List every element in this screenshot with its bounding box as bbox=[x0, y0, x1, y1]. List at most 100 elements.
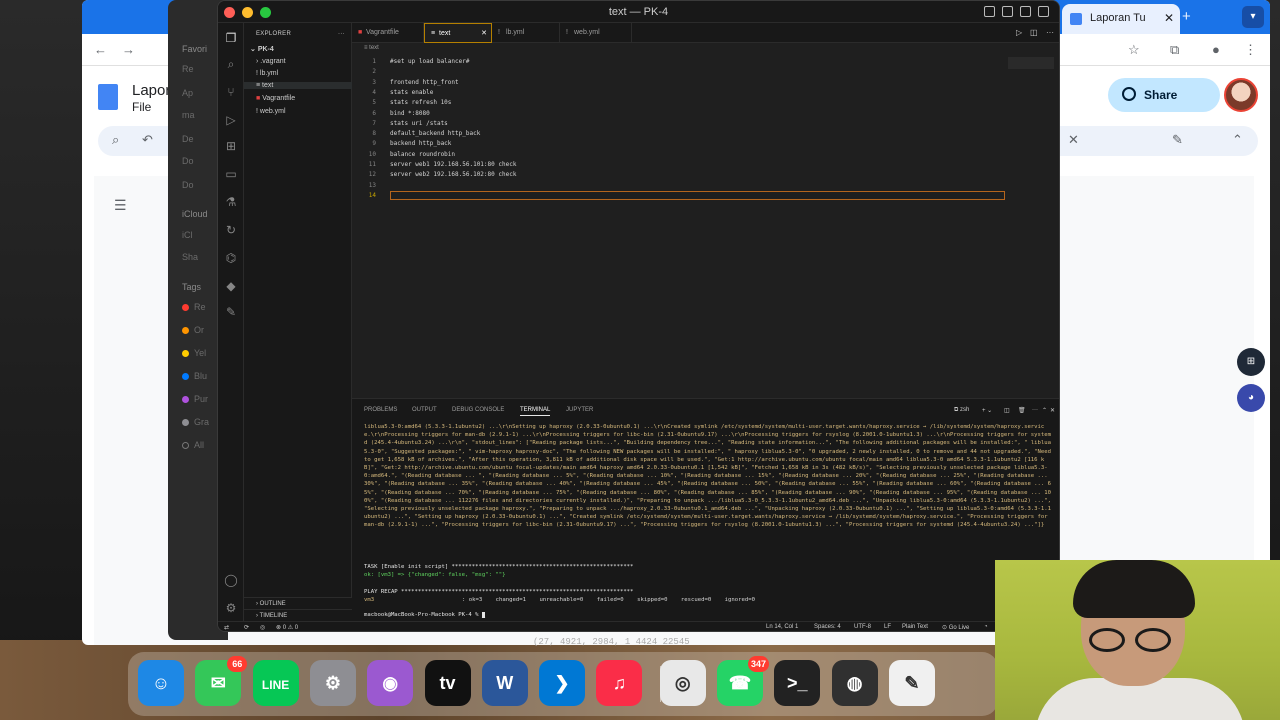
dock-app-obs[interactable]: ◍ bbox=[831, 660, 878, 706]
more-actions-icon[interactable]: ··· bbox=[338, 31, 345, 37]
dock-app-system-settings[interactable]: ⚙ bbox=[309, 660, 356, 706]
code-line[interactable]: balance roundrobin bbox=[390, 151, 455, 158]
maximize-panel-icon[interactable]: ⌃ bbox=[1042, 407, 1047, 414]
code-line[interactable]: stats refresh 10s bbox=[390, 99, 451, 106]
dock-app-vs-code[interactable]: ❯ bbox=[539, 660, 586, 706]
collapse-toolbar-icon[interactable]: ⌃ bbox=[1232, 132, 1243, 148]
dock-app-terminal[interactable]: >_ bbox=[774, 660, 821, 706]
back-icon[interactable]: ← bbox=[94, 42, 107, 57]
indentation-status[interactable]: Spaces: 4 bbox=[814, 624, 841, 630]
edit-mode-icon[interactable]: ✎ bbox=[1172, 132, 1183, 148]
customize-layout-icon[interactable] bbox=[1038, 6, 1049, 17]
language-mode[interactable]: Plain Text bbox=[902, 624, 928, 630]
timeline-section[interactable]: › TIMELINE bbox=[244, 609, 352, 621]
code-line[interactable]: stats enable bbox=[390, 89, 433, 96]
tab-search-icon[interactable]: ▾ bbox=[1242, 6, 1264, 28]
tag-gray[interactable]: Gra bbox=[182, 417, 209, 427]
toggle-sidebar-icon[interactable] bbox=[984, 6, 995, 17]
close-tab-icon[interactable]: ✕ bbox=[1164, 11, 1174, 25]
extensions-icon[interactable]: ⊞ bbox=[224, 139, 238, 153]
finder-item[interactable]: Sha bbox=[182, 252, 198, 262]
close-panel-icon[interactable]: ✕ bbox=[1050, 407, 1055, 414]
remote-indicator-icon[interactable]: ⇄ bbox=[224, 624, 229, 631]
brush-icon[interactable]: ✎ bbox=[224, 305, 238, 319]
menu-file[interactable]: File bbox=[132, 100, 151, 114]
chrome-menu-icon[interactable]: ⋮ bbox=[1244, 42, 1257, 58]
close-tab-icon[interactable]: ✕ bbox=[481, 29, 487, 37]
live-share-icon[interactable]: ↻ bbox=[224, 223, 238, 237]
dock-app-chrome[interactable]: ◎ bbox=[659, 660, 706, 706]
cursor-position[interactable]: Ln 14, Col 1 bbox=[766, 624, 798, 630]
tree-item-active[interactable]: ≡ text bbox=[244, 82, 352, 89]
finder-item[interactable]: Do bbox=[182, 156, 194, 166]
dock-app-apple-tv[interactable]: tv bbox=[424, 660, 471, 706]
toggle-secondary-sidebar-icon[interactable] bbox=[1020, 6, 1031, 17]
tab-output[interactable]: OUTPUT bbox=[412, 407, 437, 413]
extensions-icon[interactable]: ⧉ bbox=[1170, 42, 1179, 58]
notifications-icon[interactable]: ◔ bbox=[984, 624, 988, 630]
run-icon[interactable]: ▷ bbox=[1016, 28, 1022, 37]
code-line[interactable]: stats uri /stats bbox=[390, 120, 448, 127]
browser-tab-laporan[interactable]: Laporan Tu ✕ bbox=[1062, 4, 1180, 34]
code-line[interactable]: bind *:8080 bbox=[390, 110, 430, 117]
eol-status[interactable]: LF bbox=[884, 624, 891, 630]
finder-item[interactable]: De bbox=[182, 134, 194, 144]
user-avatar[interactable] bbox=[1224, 78, 1258, 112]
more-terminal-icon[interactable]: ··· bbox=[1032, 407, 1038, 413]
code-line[interactable]: default_backend http_back bbox=[390, 130, 480, 137]
manage-gear-icon[interactable]: ⚙ bbox=[224, 601, 238, 615]
shell-selector[interactable]: ⧉ zsh bbox=[954, 407, 969, 414]
run-debug-icon[interactable]: ▷ bbox=[224, 113, 238, 127]
dock-app-music[interactable]: ♫ bbox=[596, 660, 643, 706]
clear-formatting-icon[interactable]: ✕ bbox=[1068, 132, 1079, 148]
tree-item[interactable]: ■ Vagrantfile bbox=[256, 95, 295, 102]
source-control-icon[interactable]: ⑂ bbox=[224, 85, 238, 99]
outline-section[interactable]: › OUTLINE bbox=[244, 597, 352, 609]
code-line[interactable]: server web1 192.168.56.101:80 check bbox=[390, 161, 516, 168]
dock-app-podcasts[interactable]: ◉ bbox=[367, 660, 414, 706]
undo-icon[interactable]: ↶ bbox=[142, 132, 153, 148]
tag-blue[interactable]: Blu bbox=[182, 371, 207, 381]
finder-item[interactable]: ma bbox=[182, 110, 195, 120]
minimap[interactable] bbox=[1008, 57, 1054, 69]
finder-item[interactable]: Ap bbox=[182, 88, 193, 98]
tag-yellow[interactable]: Yel bbox=[182, 348, 206, 358]
tab-text[interactable]: ≡ text ✕ bbox=[424, 23, 492, 43]
tab-web-yml[interactable]: ! web.yml bbox=[560, 23, 632, 43]
breadcrumb[interactable]: ≡ text bbox=[364, 45, 379, 51]
finder-item[interactable]: Do bbox=[182, 180, 194, 190]
share-button[interactable]: Share bbox=[1108, 78, 1220, 112]
docs-logo-icon[interactable] bbox=[98, 84, 118, 110]
toggle-panel-icon[interactable] bbox=[1002, 6, 1013, 17]
finder-item[interactable]: Re bbox=[182, 64, 194, 74]
tab-problems[interactable]: PROBLEMS bbox=[364, 407, 397, 413]
explorer-icon[interactable]: ❐ bbox=[224, 31, 238, 45]
remote-explorer-icon[interactable]: ▭ bbox=[224, 167, 238, 181]
encoding-status[interactable]: UTF-8 bbox=[854, 624, 871, 630]
code-line[interactable]: frontend http_front bbox=[390, 79, 459, 86]
split-terminal-icon[interactable]: ◫ bbox=[1004, 407, 1010, 414]
kill-terminal-icon[interactable]: 🗑 bbox=[1018, 407, 1026, 414]
assistant-icon[interactable]: ◕ bbox=[1237, 384, 1265, 412]
dock-app-line[interactable]: LINE bbox=[252, 660, 299, 706]
sync-icon[interactable]: ⟳ bbox=[244, 624, 249, 631]
terminal-output[interactable]: liblua5.3-0:amd64 (5.3.3-1.1ubuntu2) ...… bbox=[364, 423, 1054, 530]
tab-vagrantfile[interactable]: ■ Vagrantfile bbox=[352, 23, 424, 43]
code-line[interactable]: server web2 192.168.56.102:80 check bbox=[390, 171, 516, 178]
bookmark-star-icon[interactable]: ☆ bbox=[1128, 42, 1140, 58]
tag-orange[interactable]: Or bbox=[182, 325, 204, 335]
go-live-button[interactable]: ⊙ Go Live bbox=[942, 624, 969, 631]
doc-title[interactable]: Lapor bbox=[132, 82, 170, 99]
new-tab-icon[interactable]: + bbox=[1182, 8, 1191, 25]
tab-terminal[interactable]: TERMINAL bbox=[520, 407, 551, 416]
dock-app-whatsapp[interactable]: ☎ 347 bbox=[717, 656, 769, 706]
finder-item[interactable]: iCl bbox=[182, 230, 193, 240]
testing-icon[interactable]: ⚗ bbox=[224, 195, 238, 209]
terminal-prompt[interactable]: macbook@MacBook-Pro-Macbook PK-4 % _ bbox=[364, 612, 486, 618]
editor-more-icon[interactable]: ··· bbox=[1046, 28, 1054, 37]
mongodb-icon[interactable]: ◆ bbox=[224, 279, 238, 293]
tree-item[interactable]: › .vagrant bbox=[256, 58, 286, 65]
search-menus-icon[interactable]: ⌕ bbox=[112, 132, 119, 148]
project-folder[interactable]: ⌄ PK-4 bbox=[250, 45, 274, 53]
dock-app-word[interactable]: W bbox=[481, 660, 528, 706]
